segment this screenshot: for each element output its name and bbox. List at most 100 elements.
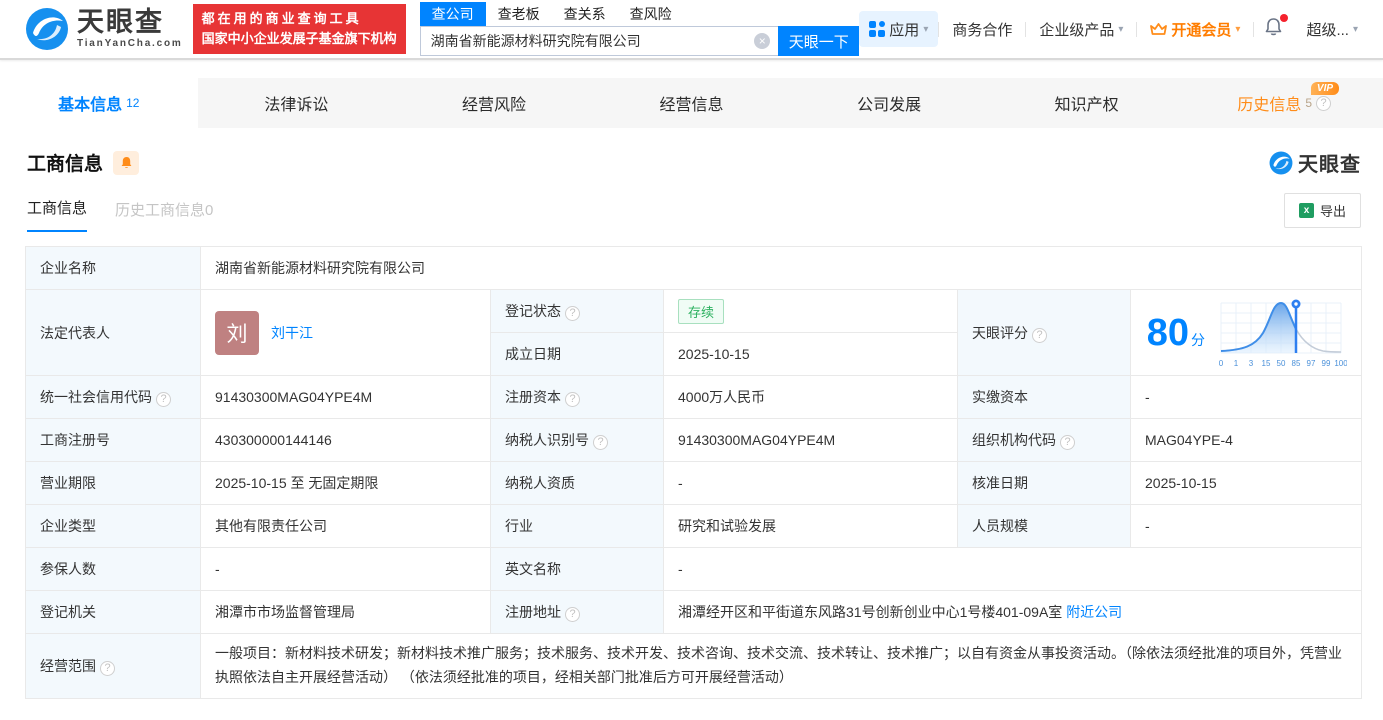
- industry-label: 行业: [490, 504, 664, 548]
- search-tabs: 查公司 查老板 查关系 查风险: [419, 2, 860, 26]
- company-type-value: 其他有限责任公司: [200, 504, 491, 548]
- svg-text:1: 1: [1234, 359, 1239, 368]
- nav-account-label: 超级...: [1306, 21, 1349, 39]
- reg-status-value-cell: 存续: [663, 289, 958, 333]
- reg-status-label-cell: 登记状态?: [490, 289, 664, 333]
- company-type-label: 企业类型: [25, 504, 201, 548]
- subscribe-bell-badge[interactable]: [113, 150, 140, 175]
- nav-account[interactable]: 超级... ▾: [1293, 11, 1371, 47]
- logo-cn: 天眼查: [77, 7, 164, 37]
- taxpayer-id-value: 91430300MAG04YPE4M: [663, 418, 958, 462]
- search-tab-risk[interactable]: 查风险: [618, 2, 684, 26]
- help-icon[interactable]: ?: [1060, 435, 1075, 450]
- subtab-history-business-info[interactable]: 历史工商信息0: [115, 199, 213, 232]
- taxpayer-quality-value: -: [663, 461, 958, 505]
- tab-history-info[interactable]: VIP 历史信息 5 ?: [1185, 78, 1383, 128]
- bell-icon: [121, 156, 131, 168]
- subtab-business-info-label: 工商信息: [27, 200, 88, 217]
- table-row: 企业名称 湖南省新能源材料研究院有限公司: [25, 246, 1363, 290]
- uscc-label-cell: 统一社会信用代码?: [25, 375, 201, 419]
- reg-authority-value: 湘潭市市场监督管理局: [200, 590, 491, 634]
- est-date-value: 2025-10-15: [663, 332, 958, 376]
- reg-capital-label-cell: 注册资本?: [490, 375, 664, 419]
- table-row: 参保人数 - 英文名称 -: [25, 547, 1363, 591]
- svg-text:0: 0: [1219, 359, 1224, 368]
- business-info-subtabs: 工商信息 历史工商信息0 x 导出: [0, 177, 1383, 232]
- logo-text: 天眼查 TianYanCha.com: [77, 9, 183, 49]
- legal-rep-link[interactable]: 刘干江: [271, 323, 313, 343]
- reg-number-label: 工商注册号: [25, 418, 201, 462]
- svg-text:99: 99: [1322, 359, 1331, 368]
- logo-domain: TianYanCha.com: [77, 38, 183, 49]
- excel-icon: x: [1298, 203, 1314, 218]
- notification-dot: [1280, 13, 1289, 22]
- table-row: 企业类型 其他有限责任公司 行业 研究和试验发展 人员规模 -: [25, 504, 1363, 548]
- search-tab-company[interactable]: 查公司: [419, 2, 486, 26]
- search-tab-relation[interactable]: 查关系: [552, 2, 618, 26]
- help-icon[interactable]: ?: [565, 392, 580, 407]
- top-nav: 应用 ▾ 商务合作 企业级产品 ▾ 开通会员 ▾ 超级... ▾: [859, 11, 1371, 47]
- chevron-down-icon: ▾: [923, 23, 929, 35]
- score-distribution-chart: 0 1 3 15 50 85 97 99 100: [1219, 299, 1347, 368]
- reg-capital-label: 注册资本: [505, 389, 561, 405]
- search-area: 查公司 查老板 查关系 查风险 × 天眼一下: [419, 2, 860, 56]
- subtab-business-info[interactable]: 工商信息: [27, 197, 88, 232]
- nav-apps[interactable]: 应用 ▾: [859, 11, 939, 47]
- tab-operation-info[interactable]: 经营信息: [593, 78, 791, 128]
- english-name-label: 英文名称: [490, 547, 664, 591]
- staff-size-label: 人员规模: [957, 504, 1131, 548]
- score-label: 天眼评分: [972, 324, 1028, 341]
- subtab-history-label: 历史工商信息: [115, 202, 206, 219]
- tab-legal-cases-label: 法律诉讼: [264, 97, 329, 114]
- search-input[interactable]: [420, 27, 779, 55]
- nearby-companies-link[interactable]: 附近公司: [1066, 604, 1122, 620]
- help-icon[interactable]: ?: [156, 392, 171, 407]
- help-icon[interactable]: ?: [593, 435, 608, 450]
- uscc-value: 91430300MAG04YPE4M: [200, 375, 491, 419]
- nav-enterprise-products[interactable]: 企业级产品 ▾: [1026, 11, 1136, 47]
- company-name-label: 企业名称: [25, 246, 201, 290]
- help-icon[interactable]: ?: [1032, 327, 1047, 343]
- export-button[interactable]: x 导出: [1283, 193, 1361, 228]
- export-label: 导出: [1319, 204, 1346, 219]
- nav-notifications[interactable]: [1254, 13, 1293, 42]
- svg-text:100: 100: [1334, 359, 1347, 368]
- tab-basic-info[interactable]: 基本信息 12: [0, 78, 198, 128]
- help-icon[interactable]: ?: [100, 660, 115, 676]
- business-scope-label-cell: 经营范围?: [25, 633, 201, 699]
- tab-intellectual-property[interactable]: 知识产权: [988, 78, 1186, 128]
- score-text: 80 分: [1147, 314, 1205, 352]
- brand-slogan: 都在用的商业查询工具 国家中小企业发展子基金旗下机构: [192, 3, 406, 55]
- nav-business-coop[interactable]: 商务合作: [939, 11, 1025, 47]
- org-code-label: 组织机构代码: [972, 432, 1056, 448]
- help-icon[interactable]: ?: [565, 607, 580, 622]
- tab-company-development[interactable]: 公司发展: [790, 78, 988, 128]
- business-scope-value: 一般项目：新材料技术研发；新材料技术推广服务；技术服务、技术开发、技术咨询、技术…: [199, 633, 1363, 699]
- help-icon[interactable]: ?: [565, 306, 580, 321]
- taxpayer-quality-label: 纳税人资质: [490, 461, 664, 505]
- vip-badge: VIP: [1310, 82, 1340, 95]
- slogan-line1: 都在用的商业查询工具: [201, 10, 362, 26]
- help-icon[interactable]: ?: [1316, 95, 1332, 111]
- search-tab-boss[interactable]: 查老板: [486, 2, 552, 26]
- tianyancha-logo[interactable]: 天眼查 TianYanCha.com: [25, 7, 183, 51]
- tab-operation-risk[interactable]: 经营风险: [395, 78, 593, 128]
- tab-intellectual-property-label: 知识产权: [1054, 97, 1119, 114]
- search-button[interactable]: 天眼一下: [778, 26, 860, 56]
- search-input-wrap: ×: [419, 26, 779, 56]
- search-box: × 天眼一下: [419, 26, 860, 56]
- est-date-label: 成立日期: [490, 332, 664, 376]
- table-row: 营业期限 2025-10-15 至 无固定期限 纳税人资质 - 核准日期 202…: [25, 461, 1363, 505]
- industry-value: 研究和试验发展: [663, 504, 958, 548]
- chevron-down-icon: ▾: [1235, 23, 1241, 35]
- nav-open-vip[interactable]: 开通会员 ▾: [1137, 11, 1253, 47]
- tab-legal-cases[interactable]: 法律诉讼: [198, 78, 396, 128]
- staff-size-value: -: [1129, 504, 1363, 548]
- tianyancha-logo-icon: [1269, 151, 1293, 174]
- section-title: 工商信息: [27, 154, 104, 175]
- approval-date-value: 2025-10-15: [1129, 461, 1363, 505]
- avatar[interactable]: 刘: [215, 310, 259, 355]
- address-value: 湘潭经开区和平街道东风路31号创新创业中心1号楼401-09A室: [678, 604, 1063, 620]
- top-header: 天眼查 TianYanCha.com 都在用的商业查询工具 国家中小企业发展子基…: [0, 0, 1383, 60]
- reg-status-label: 登记状态: [505, 303, 561, 319]
